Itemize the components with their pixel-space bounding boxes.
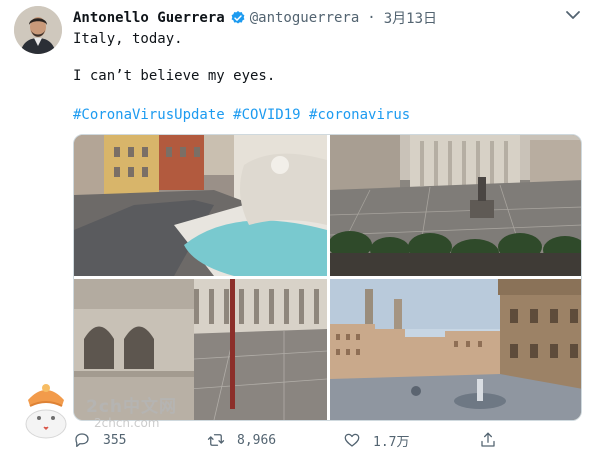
like-button[interactable]: 1.7万 bbox=[343, 428, 409, 452]
heart-icon bbox=[344, 433, 360, 447]
hashtag-link[interactable]: #CoronaVirusUpdate bbox=[73, 107, 225, 123]
avatar[interactable] bbox=[14, 6, 62, 54]
site-watermark: 2ch中文网 2chcn.com bbox=[22, 380, 192, 442]
author-name[interactable]: Antonello Guerrera bbox=[73, 10, 225, 26]
chevron-down-icon[interactable] bbox=[564, 8, 582, 22]
photo-florence-piazza-della-signoria[interactable] bbox=[330, 279, 581, 420]
watermark-text: 2ch中文网 bbox=[86, 397, 178, 417]
media-grid bbox=[73, 134, 582, 421]
photo-milan-duomo-square[interactable] bbox=[330, 135, 581, 276]
verified-badge-icon bbox=[231, 11, 245, 24]
tweet-text-line: Italy, today. bbox=[73, 31, 183, 47]
hashtag-row: #CoronaVirusUpdate #COVID19 #coronavirus bbox=[73, 107, 410, 123]
tweet-date[interactable]: 3月13日 bbox=[384, 8, 437, 28]
watermark-subtext: 2chcn.com bbox=[94, 416, 160, 430]
hashtag-link[interactable]: #coronavirus bbox=[309, 107, 410, 123]
tweet-header: Antonello Guerrera @antoguerrera · 3月13日 bbox=[73, 8, 437, 28]
separator-dot: · bbox=[367, 10, 376, 26]
photo-trevi-fountain[interactable] bbox=[74, 135, 327, 276]
retweet-button[interactable]: 8,966 bbox=[207, 428, 276, 452]
retweet-icon bbox=[207, 434, 225, 446]
author-handle[interactable]: @antoguerrera bbox=[250, 10, 360, 26]
mascot-logo bbox=[25, 384, 67, 439]
hashtag-link[interactable]: #COVID19 bbox=[233, 107, 300, 123]
tweet-text-line: I can’t believe my eyes. bbox=[73, 68, 276, 84]
share-button[interactable] bbox=[479, 428, 509, 452]
tweet[interactable]: Antonello Guerrera @antoguerrera · 3月13日… bbox=[0, 0, 593, 462]
retweet-count: 8,966 bbox=[237, 432, 277, 448]
share-icon bbox=[481, 432, 495, 447]
like-count: 1.7万 bbox=[373, 434, 410, 450]
